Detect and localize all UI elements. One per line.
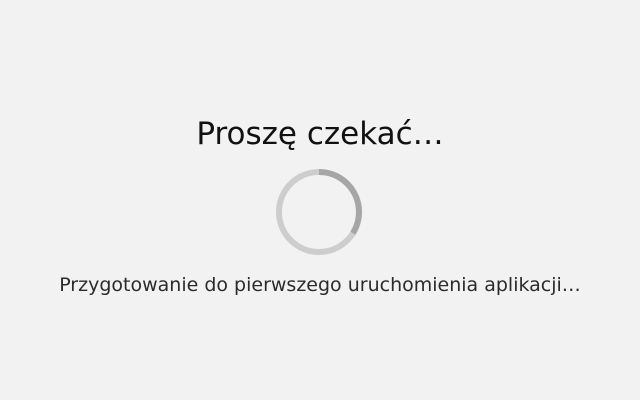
- loading-screen: Proszę czekać… Przygotowanie do pierwsze…: [0, 0, 640, 400]
- loading-spinner-icon: [276, 169, 362, 255]
- page-title: Proszę czekać…: [196, 116, 444, 152]
- loading-message: Przygotowanie do pierwszego uruchomienia…: [59, 274, 581, 296]
